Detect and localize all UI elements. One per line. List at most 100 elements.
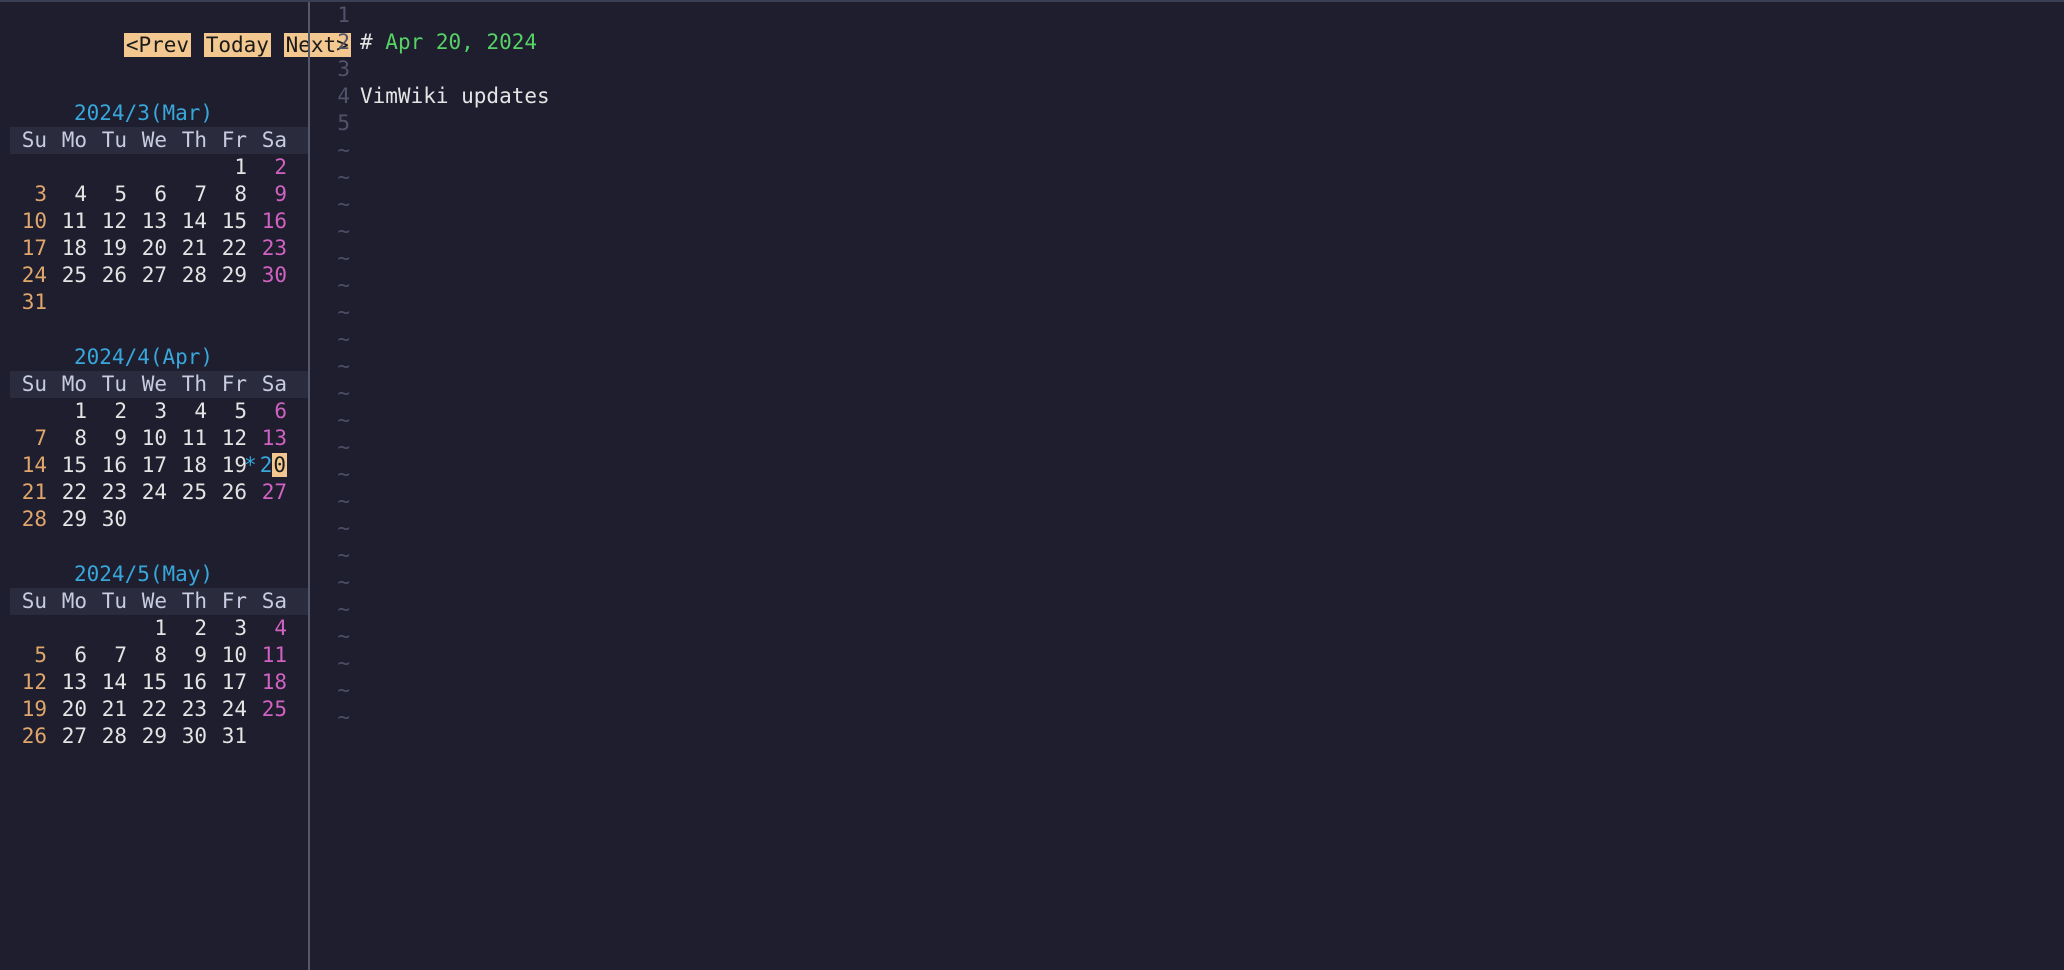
day-cell[interactable]: 25: [50, 262, 90, 289]
day-cell[interactable]: 11: [170, 425, 210, 452]
buffer-line[interactable]: VimWiki updates: [360, 83, 2064, 110]
day-cell[interactable]: 29: [50, 506, 90, 533]
day-cell[interactable]: 14: [90, 669, 130, 696]
day-cell[interactable]: 16: [90, 452, 130, 479]
day-cell[interactable]: 28: [90, 723, 130, 750]
day-cell[interactable]: 27: [250, 479, 290, 506]
day-cell[interactable]: 4: [170, 398, 210, 425]
day-cell[interactable]: 25: [250, 696, 290, 723]
day-cell[interactable]: 8: [210, 181, 250, 208]
day-cell[interactable]: 4: [50, 181, 90, 208]
buffer-line[interactable]: [360, 56, 2064, 83]
day-cell[interactable]: 13: [130, 208, 170, 235]
day-cell[interactable]: 6: [250, 398, 290, 425]
day-cell[interactable]: 31: [210, 723, 250, 750]
day-cell[interactable]: 13: [250, 425, 290, 452]
day-cell[interactable]: 3: [210, 615, 250, 642]
day-cell[interactable]: *20: [250, 452, 290, 479]
day-cell[interactable]: 22: [50, 479, 90, 506]
day-cell[interactable]: 6: [50, 642, 90, 669]
day-cell[interactable]: 27: [50, 723, 90, 750]
day-cell[interactable]: 30: [170, 723, 210, 750]
editor-pane[interactable]: 12345~~~~~~~~~~~~~~~~~~~~~~ # Apr 20, 20…: [310, 2, 2064, 970]
day-cell[interactable]: 2: [250, 154, 290, 181]
day-cell[interactable]: 12: [90, 208, 130, 235]
buffer-content[interactable]: # Apr 20, 2024 VimWiki updates: [360, 2, 2064, 970]
day-cell[interactable]: 12: [10, 669, 50, 696]
day-cell[interactable]: 26: [10, 723, 50, 750]
day-cell[interactable]: 26: [210, 479, 250, 506]
day-cell[interactable]: 24: [130, 479, 170, 506]
day-cell[interactable]: 12: [210, 425, 250, 452]
day-cell[interactable]: 18: [50, 235, 90, 262]
day-cell[interactable]: 14: [170, 208, 210, 235]
day-cell[interactable]: 28: [170, 262, 210, 289]
day-cell[interactable]: 9: [250, 181, 290, 208]
day-cell[interactable]: 2: [90, 398, 130, 425]
day-cell[interactable]: 5: [90, 181, 130, 208]
day-cell[interactable]: 28: [10, 506, 50, 533]
day-cell[interactable]: 23: [250, 235, 290, 262]
day-cell[interactable]: 15: [50, 452, 90, 479]
day-cell[interactable]: 21: [90, 696, 130, 723]
day-cell[interactable]: 17: [130, 452, 170, 479]
day-cell[interactable]: 15: [130, 669, 170, 696]
day-cell[interactable]: 27: [130, 262, 170, 289]
day-cell[interactable]: 16: [170, 669, 210, 696]
today-button[interactable]: Today: [204, 33, 271, 57]
day-cell[interactable]: 1: [50, 398, 90, 425]
day-cell[interactable]: 10: [130, 425, 170, 452]
day-cell[interactable]: 16: [250, 208, 290, 235]
day-cell[interactable]: 18: [170, 452, 210, 479]
day-cell[interactable]: 17: [210, 669, 250, 696]
day-cell[interactable]: 23: [170, 696, 210, 723]
day-cell[interactable]: 19: [90, 235, 130, 262]
day-cell[interactable]: 15: [210, 208, 250, 235]
buffer-line[interactable]: [360, 110, 2064, 137]
day-cell[interactable]: 30: [90, 506, 130, 533]
day-cell[interactable]: 4: [250, 615, 290, 642]
buffer-line[interactable]: # Apr 20, 2024: [360, 29, 2064, 56]
day-cell[interactable]: 24: [10, 262, 50, 289]
day-cell[interactable]: 20: [50, 696, 90, 723]
day-cell[interactable]: 3: [10, 181, 50, 208]
day-cell[interactable]: 7: [90, 642, 130, 669]
day-cell[interactable]: 9: [170, 642, 210, 669]
day-cell[interactable]: 2: [170, 615, 210, 642]
day-cell[interactable]: 22: [130, 696, 170, 723]
day-cell[interactable]: 14: [10, 452, 50, 479]
day-cell[interactable]: 5: [210, 398, 250, 425]
day-cell[interactable]: 29: [210, 262, 250, 289]
day-cell[interactable]: 10: [10, 208, 50, 235]
day-cell[interactable]: 29: [130, 723, 170, 750]
day-cell[interactable]: 7: [10, 425, 50, 452]
day-cell[interactable]: 26: [90, 262, 130, 289]
day-cell[interactable]: 1: [210, 154, 250, 181]
day-cell[interactable]: 24: [210, 696, 250, 723]
day-cell[interactable]: 25: [170, 479, 210, 506]
day-cell[interactable]: 31: [10, 289, 50, 316]
day-cell[interactable]: 11: [250, 642, 290, 669]
day-cell[interactable]: 23: [90, 479, 130, 506]
prev-button[interactable]: <Prev: [124, 33, 191, 57]
day-cell[interactable]: 21: [170, 235, 210, 262]
day-cell[interactable]: 11: [50, 208, 90, 235]
day-cell[interactable]: 1: [130, 615, 170, 642]
day-cell[interactable]: 6: [130, 181, 170, 208]
day-cell[interactable]: 10: [210, 642, 250, 669]
day-cell[interactable]: 13: [50, 669, 90, 696]
day-cell[interactable]: 19: [10, 696, 50, 723]
day-cell[interactable]: 3: [130, 398, 170, 425]
day-cell[interactable]: 20: [130, 235, 170, 262]
day-cell[interactable]: 9: [90, 425, 130, 452]
day-cell[interactable]: 22: [210, 235, 250, 262]
day-cell[interactable]: 8: [50, 425, 90, 452]
day-cell[interactable]: 21: [10, 479, 50, 506]
day-cell[interactable]: 5: [10, 642, 50, 669]
buffer-line[interactable]: [360, 2, 2064, 29]
day-cell[interactable]: 18: [250, 669, 290, 696]
day-cell[interactable]: 30: [250, 262, 290, 289]
day-cell[interactable]: 7: [170, 181, 210, 208]
day-cell[interactable]: 8: [130, 642, 170, 669]
day-cell[interactable]: 17: [10, 235, 50, 262]
